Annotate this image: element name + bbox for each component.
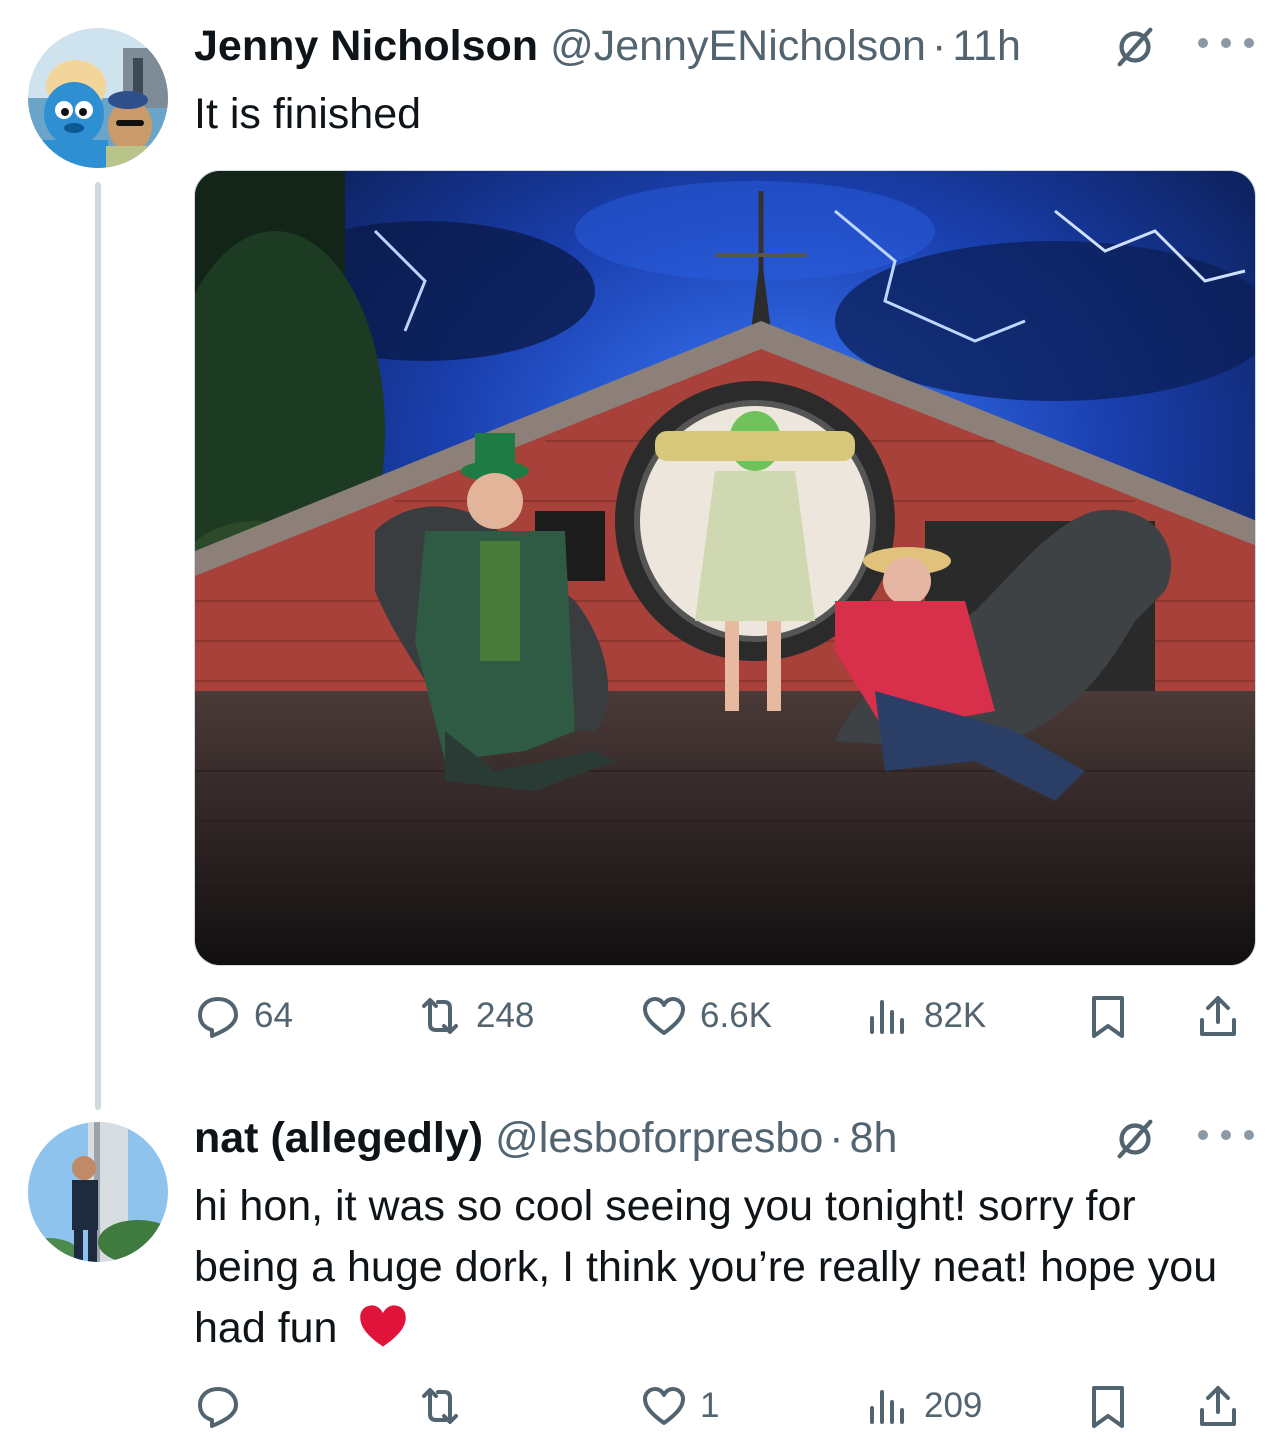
share-icon (1200, 996, 1236, 1036)
reply-icon (198, 1387, 238, 1428)
views-button[interactable]: 82K (864, 988, 986, 1044)
bookmark-icon (1092, 1386, 1124, 1428)
dot-separator: · (829, 1114, 844, 1162)
dot-separator: · (931, 22, 947, 70)
more-icon[interactable] (1198, 1120, 1254, 1150)
share-button[interactable] (1194, 988, 1242, 1044)
repost-icon (422, 1388, 458, 1424)
repost-count: 248 (476, 996, 535, 1035)
timestamp[interactable]: 8h (850, 1114, 898, 1163)
author-name[interactable]: Jenny Nicholson (194, 22, 538, 71)
views-button[interactable]: 209 (864, 1378, 982, 1434)
like-button[interactable]: 1 (640, 1378, 719, 1434)
views-count: 209 (924, 1386, 983, 1425)
tweet-text-body: hi hon, it was so cool seeing you tonigh… (194, 1182, 1218, 1352)
reply-count: 64 (254, 996, 293, 1035)
grok-icon[interactable] (1112, 1116, 1158, 1162)
like-icon (643, 1387, 685, 1425)
bookmark-button[interactable] (1084, 1378, 1132, 1434)
tweet-actions: 1 209 (194, 1378, 1256, 1434)
reply-icon (198, 997, 238, 1038)
tweet-text: It is finished (194, 90, 422, 138)
tweet-text: hi hon, it was so cool seeing you tonigh… (194, 1176, 1224, 1359)
repost-button[interactable] (416, 1378, 464, 1434)
thread-line (95, 182, 101, 1110)
views-icon (870, 1000, 904, 1034)
tweet-2[interactable]: nat (allegedly) @lesboforpresbo · 8h hi … (0, 1100, 1284, 1454)
share-button[interactable] (1194, 1378, 1242, 1434)
views-icon (870, 1390, 904, 1424)
share-icon (1200, 1386, 1236, 1426)
grok-icon[interactable] (1112, 24, 1158, 70)
tweet-1[interactable]: Jenny Nicholson @JennyENicholson · 11h I… (0, 0, 1284, 1110)
like-count: 1 (700, 1386, 720, 1425)
author-handle[interactable]: @JennyENicholson (550, 22, 926, 71)
timestamp[interactable]: 11h (952, 22, 1021, 71)
views-count: 82K (924, 996, 987, 1035)
bookmark-icon (1092, 996, 1124, 1038)
more-icon[interactable] (1198, 28, 1254, 58)
author-name[interactable]: nat (allegedly) (194, 1114, 483, 1163)
tweet-photo[interactable] (194, 170, 1256, 966)
tweet-header: Jenny Nicholson @JennyENicholson · 11h (194, 22, 1256, 82)
avatar[interactable] (28, 1122, 168, 1262)
bookmark-button[interactable] (1084, 988, 1132, 1044)
tweet-header: nat (allegedly) @lesboforpresbo · 8h (194, 1114, 1256, 1174)
reply-button[interactable] (194, 1378, 242, 1434)
like-icon (643, 997, 685, 1035)
avatar[interactable] (28, 28, 168, 168)
heart-emoji (357, 1300, 409, 1352)
repost-button[interactable]: 248 (416, 988, 534, 1044)
tweet-actions: 64 248 6.6K 82K (194, 988, 1256, 1044)
like-count: 6.6K (700, 996, 772, 1035)
like-button[interactable]: 6.6K (640, 988, 772, 1044)
author-handle[interactable]: @lesboforpresbo (495, 1114, 823, 1163)
reply-button[interactable]: 64 (194, 988, 293, 1044)
repost-icon (422, 998, 458, 1034)
